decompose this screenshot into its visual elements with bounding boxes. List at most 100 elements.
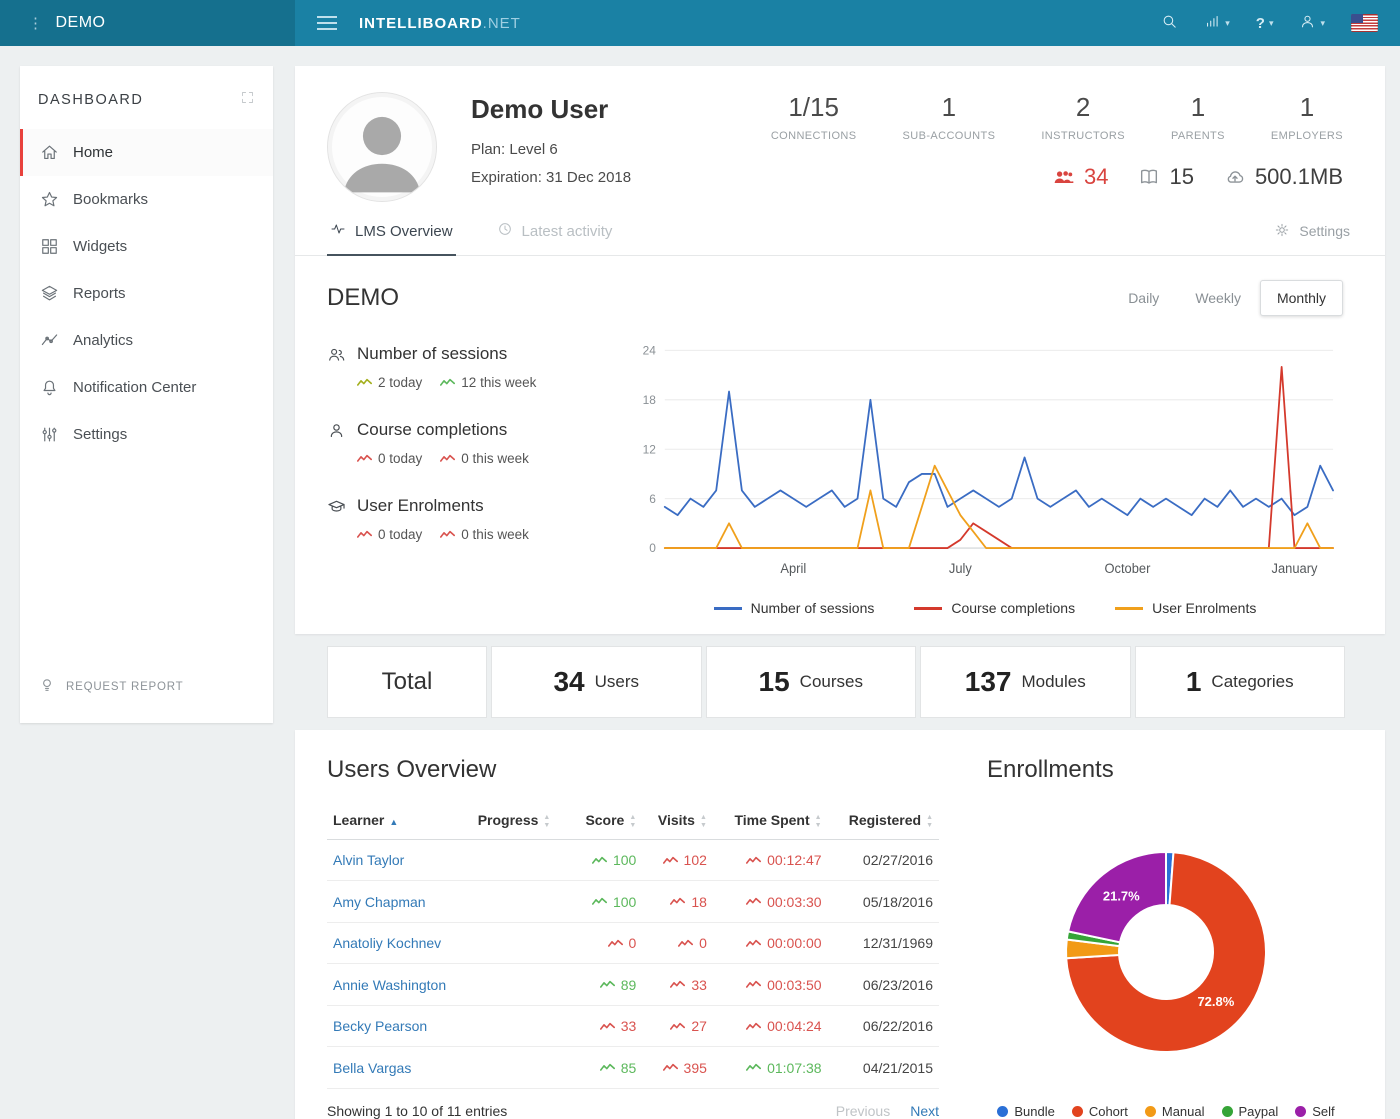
total-value: 15 — [758, 666, 790, 697]
gear-icon — [1276, 223, 1289, 236]
sidebar-item-label: Bookmarks — [73, 191, 149, 208]
search-button[interactable] — [1161, 13, 1178, 34]
help-menu-button[interactable]: ? ▾ — [1256, 15, 1274, 32]
menu-icon[interactable] — [317, 16, 337, 30]
sort-icons: ▲ ▼ — [699, 813, 707, 829]
main-content: Demo User Plan: Level 6 Expiration: 31 D… — [295, 46, 1400, 1119]
metric-label: Course completions — [357, 420, 508, 439]
learner-link[interactable]: Anatoliy Kochnev — [333, 935, 441, 951]
score-cell: 85 — [599, 1060, 636, 1076]
sidebar-item-bookmarks[interactable]: Bookmarks — [20, 176, 273, 223]
learner-link[interactable]: Alvin Taylor — [333, 852, 404, 868]
pagination-previous[interactable]: Previous — [836, 1103, 890, 1119]
legend-label: Paypal — [1238, 1104, 1279, 1119]
period-weekly-button[interactable]: Weekly — [1178, 280, 1258, 316]
sidebar-item-analytics[interactable]: Analytics — [20, 317, 273, 364]
total-box[interactable]: Total — [327, 646, 487, 718]
topbar-actions: ▾ ? ▾ ▾ — [1161, 13, 1378, 34]
tab-latest-activity[interactable]: Latest activity — [494, 208, 616, 256]
cloud-upload-icon — [1227, 171, 1244, 183]
logo[interactable]: INTELLIBOARD.NET — [359, 15, 521, 32]
stat-employers: 1 EMPLOYERS — [1225, 92, 1343, 142]
reports-menu-button[interactable]: ▾ — [1204, 13, 1230, 34]
enrollment-legend-bundle: Bundle — [997, 1104, 1055, 1119]
dashboard-settings-button[interactable]: Settings — [1271, 209, 1353, 256]
total-label: Total — [381, 668, 433, 695]
total-value: 34 — [553, 666, 585, 697]
period-daily-button[interactable]: Daily — [1111, 280, 1176, 316]
legend-course-completions: Course completions — [914, 600, 1075, 616]
legend-swatch — [914, 606, 943, 610]
storage-counter: 500.1MB — [1224, 164, 1343, 190]
tab-lms-overview[interactable]: LMS Overview — [327, 208, 456, 256]
collapse-sidebar-button[interactable] — [240, 90, 255, 109]
svg-text:April: April — [780, 561, 806, 576]
counter-value: 500.1MB — [1254, 164, 1343, 189]
sidebar-item-reports[interactable]: Reports — [20, 270, 273, 317]
legend-dot — [1071, 1106, 1083, 1117]
language-flag-us-icon[interactable] — [1351, 14, 1378, 32]
column-header-learner[interactable]: Learner ▲ — [327, 802, 472, 840]
sidebar-item-notification-center[interactable]: Notification Center — [20, 364, 273, 411]
total-modules[interactable]: 137 Modules — [920, 646, 1131, 718]
period-monthly-button[interactable]: Monthly — [1259, 280, 1343, 316]
total-courses[interactable]: 15 Courses — [705, 646, 916, 718]
column-label: Learner — [333, 812, 385, 829]
metric-label: Number of sessions — [357, 344, 508, 363]
column-header-progress[interactable]: Progress ▲ ▼ — [471, 802, 570, 840]
learner-link[interactable]: Amy Chapman — [333, 894, 426, 910]
account-menu-button[interactable]: ▾ — [1299, 13, 1325, 34]
stat-value: 1 — [1299, 92, 1315, 122]
users-overview-section: Users Overview Learner ▲ Progress ▲ ▼ Score ▲ ▼… — [327, 756, 939, 1119]
learner-link[interactable]: Bella Vargas — [333, 1060, 411, 1076]
pagination-next[interactable]: Next — [910, 1103, 939, 1119]
overview-tables-panel: Users Overview Learner ▲ Progress ▲ ▼ Score ▲ ▼… — [295, 730, 1385, 1119]
logo-suffix: .NET — [482, 14, 521, 32]
sidebar-item-widgets[interactable]: Widgets — [20, 223, 273, 270]
sidebar-item-settings[interactable]: Settings — [20, 411, 273, 458]
total-users[interactable]: 34 Users — [491, 646, 702, 718]
stat-parents: 1 PARENTS — [1125, 92, 1225, 142]
registered-cell: 06/23/2016 — [827, 963, 939, 1006]
clock-icon — [498, 223, 511, 235]
tab-label: Latest activity — [521, 222, 613, 240]
total-categories[interactable]: 1 Categories — [1134, 646, 1345, 718]
learner-link[interactable]: Annie Washington — [333, 977, 446, 993]
dashboard-panel: Demo User Plan: Level 6 Expiration: 31 D… — [295, 66, 1385, 634]
column-header-registered[interactable]: Registered ▲ ▼ — [827, 802, 939, 840]
sidebar-item-home[interactable]: Home — [20, 129, 273, 176]
table-row: Anatoliy Kochnev 0 0 00:00:00 12/31/1969 — [327, 922, 939, 965]
trend-spark-icon — [662, 1063, 678, 1072]
enrollments-section: Enrollments 72.8% 21.7% Bundle Cohort Manua… — [939, 756, 1345, 1119]
total-item-label: Courses — [799, 672, 863, 691]
visits-cell: 395 — [662, 1060, 707, 1076]
column-header-time-spent[interactable]: Time Spent ▲ ▼ — [712, 802, 828, 840]
learner-link[interactable]: Becky Pearson — [333, 1018, 427, 1034]
donut-slice-label: 72.8% — [1197, 994, 1234, 1009]
users-group-icon — [329, 348, 345, 361]
legend-dot — [1221, 1106, 1233, 1117]
courses-counter: 15 — [1138, 164, 1194, 190]
table-row: Alvin Taylor 100 102 00:12:47 02/27/2016 — [327, 839, 939, 882]
column-label: Visits — [657, 812, 695, 828]
stat-connections: 1/15 CONNECTIONS — [725, 92, 857, 142]
metric-today: 0 today — [357, 527, 422, 542]
metric-week: 12 this week — [440, 375, 536, 390]
line-chart-svg: 0 6 12 18 24 April July October January — [643, 343, 1334, 576]
signal-icon — [1207, 15, 1218, 27]
request-report-button[interactable]: REQUEST REPORT — [20, 656, 273, 723]
legend-dot — [1295, 1106, 1307, 1117]
tab-label: LMS Overview — [355, 222, 453, 240]
chevron-down-icon: ▾ — [1320, 17, 1325, 28]
brand-area[interactable]: ⋮ DEMO — [0, 0, 295, 46]
time-spent-cell: 01:07:38 — [746, 1060, 822, 1076]
column-header-score[interactable]: Score ▲ ▼ — [569, 802, 643, 840]
sidebar-item-label: Notification Center — [73, 379, 197, 396]
trend-spark-icon — [746, 856, 762, 865]
sidebar-item-label: Settings — [73, 426, 128, 443]
totals-row: Total 34 Users 15 Courses 137 Modules 1 Cate… — [327, 646, 1345, 718]
legend-dot — [1144, 1106, 1156, 1117]
column-header-visits[interactable]: Visits ▲ ▼ — [642, 802, 713, 840]
svg-text:24: 24 — [643, 343, 657, 357]
score-cell: 89 — [599, 977, 636, 993]
